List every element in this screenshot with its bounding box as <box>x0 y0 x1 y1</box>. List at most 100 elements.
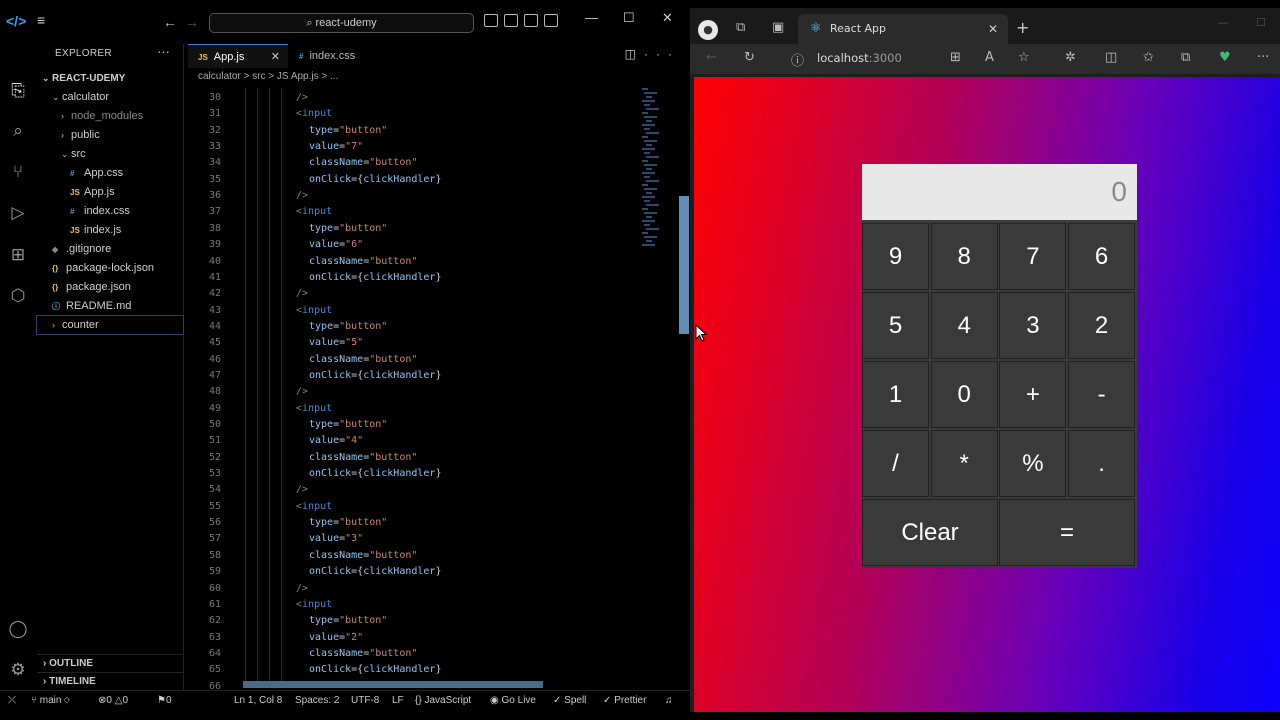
key-divide-button[interactable]: / <box>862 430 929 497</box>
code-line[interactable]: 49 <input <box>185 401 675 417</box>
notifications-bell-icon[interactable]: ♫ <box>665 691 673 711</box>
equals-button[interactable]: = <box>999 499 1135 566</box>
calculator-display[interactable]: 0 <box>862 164 1137 220</box>
explorer-icon[interactable]: ⎘ <box>7 80 29 102</box>
code-line[interactable]: 30 /> <box>185 90 675 106</box>
spell-button[interactable]: ✓ Spell <box>553 691 586 711</box>
indentation[interactable]: Spaces: 2 <box>295 691 339 711</box>
extensions-icon[interactable]: ⊞ <box>7 244 29 266</box>
profile-avatar-icon[interactable]: ● <box>698 20 718 40</box>
key-multiply-button[interactable]: * <box>930 430 998 497</box>
run-debug-icon[interactable]: ▷ <box>7 202 29 224</box>
tree-item-index-js[interactable]: JS index.js <box>37 221 183 239</box>
timeline-section[interactable]: › TIMELINE <box>37 672 183 690</box>
hamburger-menu-icon[interactable]: ≡ <box>37 12 45 28</box>
maximize-icon[interactable]: ☐ <box>623 10 635 26</box>
line-ending[interactable]: LF <box>392 691 404 711</box>
code-line[interactable]: 47 onClick={clickHandler} <box>185 368 675 384</box>
maximize-icon[interactable]: ☐ <box>1256 16 1266 29</box>
minimap[interactable] <box>634 88 674 258</box>
ports-indicator[interactable]: ⚑0 <box>157 691 172 711</box>
branch-indicator[interactable]: ⑂ main ⟳ <box>31 691 70 711</box>
favorite-star-icon[interactable]: ☆ <box>1018 50 1030 65</box>
remote-icon[interactable]: ⤫ <box>8 691 16 711</box>
clear-button[interactable]: Clear <box>862 499 998 566</box>
code-line[interactable]: 39 value="6" <box>185 237 675 253</box>
key-9-button[interactable]: 9 <box>862 223 929 290</box>
forward-arrow-icon[interactable]: → <box>185 14 199 30</box>
close-tab-icon[interactable]: ✕ <box>988 14 998 44</box>
vertical-scrollbar[interactable] <box>679 196 689 334</box>
toggle-secondary-sidebar-icon[interactable] <box>524 14 538 27</box>
back-arrow-icon[interactable]: ← <box>163 14 177 30</box>
read-aloud-icon[interactable]: A <box>985 50 994 65</box>
code-line[interactable]: 62 type="button" <box>185 613 675 629</box>
cursor-position[interactable]: Ln 1, Col 8 <box>234 691 282 711</box>
code-line[interactable]: 54 /> <box>185 482 675 498</box>
more-actions-icon[interactable]: ··· <box>644 47 680 61</box>
code-line[interactable]: 31 <input <box>185 106 675 122</box>
tree-item-app-js[interactable]: JS App.js <box>37 183 183 201</box>
key-3-button[interactable]: 3 <box>999 292 1067 359</box>
minimize-icon[interactable]: — <box>585 10 598 25</box>
horizontal-scrollbar[interactable] <box>243 681 543 688</box>
code-line[interactable]: 56 type="button" <box>185 515 675 531</box>
close-window-icon[interactable]: ✕ <box>662 10 673 26</box>
code-line[interactable]: 60 /> <box>185 581 675 597</box>
split-editor-icon[interactable]: ◫ <box>625 47 644 61</box>
encoding[interactable]: UTF-8 <box>351 691 379 711</box>
code-editor[interactable]: 30 /> 31 <input 32 type="button" 33 value="7" 34… <box>185 90 675 692</box>
tree-item-counter[interactable]: › counter <box>36 315 184 335</box>
code-line[interactable]: 51 value="4" <box>185 433 675 449</box>
key-6-button[interactable]: 6 <box>1068 223 1136 290</box>
address-bar[interactable]: localhost:3000 <box>817 51 902 65</box>
tree-item-package-json[interactable]: {} package.json <box>37 278 183 296</box>
go-live-button[interactable]: ◉ Go Live <box>490 691 536 711</box>
tab-index-css[interactable]: # index.css <box>289 44 389 68</box>
settings-gear-icon[interactable]: ⚙ <box>7 659 29 681</box>
code-line[interactable]: 33 value="7" <box>185 139 675 155</box>
code-line[interactable]: 59 onClick={clickHandler} <box>185 564 675 580</box>
extensions-icon[interactable]: ✲ <box>1065 50 1076 65</box>
breadcrumb[interactable]: calculator > src > JS App.js > ... <box>198 71 338 82</box>
key-4-button[interactable]: 4 <box>930 292 998 359</box>
tab-actions-icon[interactable]: ▣ <box>772 20 784 35</box>
key-minus-button[interactable]: - <box>1068 361 1136 428</box>
tab-app-js[interactable]: JS App.js ✕ <box>188 44 288 68</box>
code-line[interactable]: 37 <input <box>185 204 675 220</box>
toggle-sidebar-icon[interactable] <box>484 14 498 27</box>
workspaces-icon[interactable]: ⧉ <box>736 20 745 35</box>
collections-icon[interactable]: ⧉ <box>1181 50 1190 65</box>
key-8-button[interactable]: 8 <box>930 223 998 290</box>
code-line[interactable]: 61 <input <box>185 597 675 613</box>
code-line[interactable]: 48 /> <box>185 384 675 400</box>
new-tab-icon[interactable]: + <box>1016 18 1029 37</box>
search-icon[interactable]: ⌕ <box>7 120 29 142</box>
code-line[interactable]: 42 /> <box>185 286 675 302</box>
customize-layout-icon[interactable] <box>544 14 558 27</box>
remote-explorer-icon[interactable]: ⬡ <box>7 285 29 307</box>
tree-item-app-css[interactable]: # App.css <box>37 164 183 182</box>
key-7-button[interactable]: 7 <box>999 223 1067 290</box>
code-line[interactable]: 40 className="button" <box>185 254 675 270</box>
code-line[interactable]: 53 onClick={clickHandler} <box>185 466 675 482</box>
code-line[interactable]: 46 className="button" <box>185 352 675 368</box>
toggle-panel-icon[interactable] <box>504 14 518 27</box>
tree-item-calculator[interactable]: ⌄ calculator <box>37 88 183 106</box>
key-1-button[interactable]: 1 <box>862 361 929 428</box>
code-line[interactable]: 35 onClick={clickHandler} <box>185 172 675 188</box>
language-mode[interactable]: {} JavaScript <box>415 691 471 711</box>
code-line[interactable]: 32 type="button" <box>185 123 675 139</box>
tree-item-package-lock-json[interactable]: {} package-lock.json <box>37 259 183 277</box>
favorites-icon[interactable]: ✩ <box>1143 50 1154 65</box>
command-center-search[interactable]: ⌕ react-udemy <box>209 13 474 33</box>
code-line[interactable]: 63 value="2" <box>185 630 675 646</box>
accounts-icon[interactable]: ◯ <box>7 618 29 640</box>
code-line[interactable]: 41 onClick={clickHandler} <box>185 270 675 286</box>
site-info-icon[interactable]: ⓘ <box>791 50 804 69</box>
back-arrow-icon[interactable]: ← <box>706 50 717 65</box>
code-line[interactable]: 34 className="button" <box>185 155 675 171</box>
editor-actions[interactable]: ◫··· <box>625 47 680 61</box>
code-line[interactable]: 55 <input <box>185 499 675 515</box>
code-line[interactable]: 38 type="button" <box>185 221 675 237</box>
